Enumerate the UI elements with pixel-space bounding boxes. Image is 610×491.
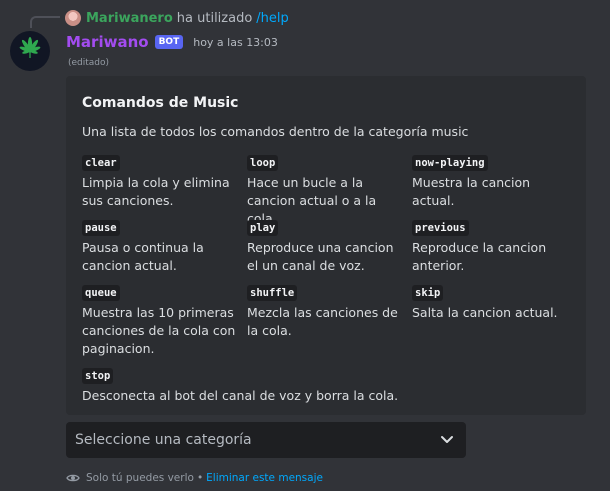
command-name: play [247,220,279,236]
command-name: now-playing [412,155,488,171]
command-name: queue [82,285,120,301]
bot-badge: BOT [154,35,184,49]
reply-username[interactable]: Mariwanero [86,11,173,26]
reply-context[interactable]: Mariwanero ha utilizado /help [65,9,289,27]
command-name: shuffle [247,285,298,301]
embed-field: now-playing Muestra la cancion actual. [412,151,572,210]
command-name: loop [247,155,279,171]
message-header: Mariwano BOT hoy a las 13:03 [66,32,278,52]
command-name: skip [412,285,444,301]
embed-field: previous Reproduce la cancion anterior. [412,216,572,275]
command-name: stop [82,368,114,384]
command-description: Reproduce una cancion el un canal de voz… [247,240,394,273]
footer-separator: • [196,472,204,484]
bot-username[interactable]: Mariwano [66,33,149,51]
command-name: pause [82,220,120,236]
ephemeral-footer: Solo tú puedes verlo • Eliminar este men… [66,470,323,486]
embed-card: Comandos de Music Una lista de todos los… [66,76,586,415]
bot-avatar[interactable] [10,31,50,71]
category-select[interactable]: Seleccione una categoría [66,422,466,458]
category-select-placeholder: Seleccione una categoría [75,432,252,448]
edited-label: (editado) [68,58,110,68]
embed-field: queue Muestra las 10 primeras canciones … [82,281,242,358]
command-description: Mezcla las canciones de la cola. [247,305,398,338]
command-description: Salta la cancion actual. [412,305,558,320]
message-timestamp[interactable]: hoy a las 13:03 [193,36,278,49]
embed-field: stop Desconecta al bot del canal de voz … [82,364,562,405]
command-description: Reproduce la cancion anterior. [412,240,547,273]
command-description: Muestra las 10 primeras canciones de la … [82,305,236,356]
embed-field: shuffle Mezcla las canciones de la cola. [247,281,407,340]
command-description: Limpia la cola y elimina sus canciones. [82,175,230,208]
reply-verb: ha utilizado [176,10,253,26]
embed-title: Comandos de Music [82,95,239,111]
cannabis-leaf-icon [19,37,41,58]
embed-field: clear Limpia la cola y elimina sus canci… [82,151,242,210]
dismiss-message-link[interactable]: Eliminar este mensaje [206,472,323,484]
command-description: Muestra la cancion actual. [412,175,531,208]
command-description: Desconecta al bot del canal de voz y bor… [82,388,399,403]
embed-field: pause Pausa o continua la cancion actual… [82,216,242,275]
reply-command[interactable]: /help [256,11,288,26]
command-name: clear [82,155,120,171]
command-description: Pausa o continua la cancion actual. [82,240,204,273]
embed-description: Una lista de todos los comandos dentro d… [82,124,469,139]
embed-field: skip Salta la cancion actual. [412,281,572,322]
eye-icon [66,471,80,485]
ephemeral-note: Solo tú puedes verlo [86,472,194,484]
command-name: previous [412,220,469,236]
reply-user-avatar[interactable] [65,10,81,26]
reply-connector [30,16,60,28]
embed-field: play Reproduce una cancion el un canal d… [247,216,407,275]
chevron-down-icon [441,436,453,443]
